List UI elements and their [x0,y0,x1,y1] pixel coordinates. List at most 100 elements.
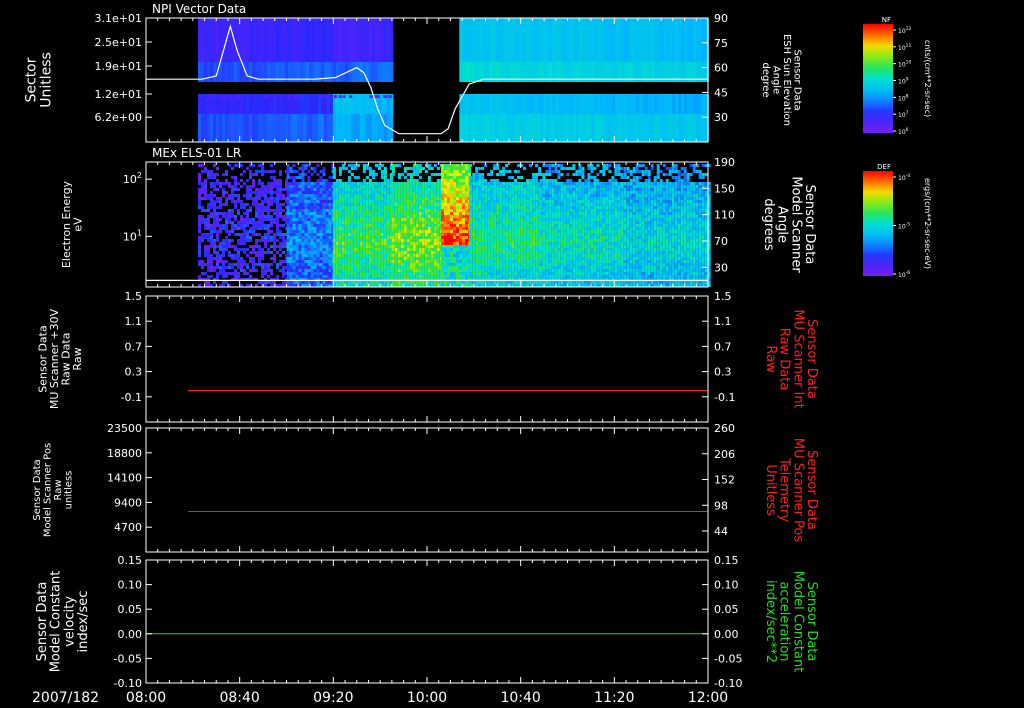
els-spectrum-cell [335,254,339,257]
els-spectrum-cell [465,257,468,260]
els-spectrum-cell [403,251,407,254]
els-spectrum-cell [332,221,336,224]
els-spectrum-cell [276,206,279,209]
els-spectrum-cell [270,257,273,260]
els-spectrum-cell [344,206,348,209]
npi-sector-cell [681,18,685,62]
els-spectrum-cell [436,230,440,233]
npi-sector-cell [312,94,316,114]
els-spectrum-cell [472,236,476,239]
els-spectrum-cell [234,257,237,260]
els-spectrum-cell [502,257,506,260]
els-spectrum-cell [490,188,494,191]
els-spectrum-cell [415,272,419,275]
els-spectrum-cell [409,221,413,224]
els-spectrum-cell [400,275,404,278]
els-spectrum-cell [535,254,539,257]
npi-sector-cell [338,18,343,62]
els-spectrum-cell [338,185,342,188]
els-spectrum-cell [447,230,450,233]
els-spectrum-cell [338,233,342,236]
els-spectrum-cell [397,242,401,245]
els-spectrum-cell [403,176,407,179]
els-spectrum-cell [286,185,290,188]
els-spectrum-cell [310,167,314,170]
els-spectrum-cell [286,257,290,260]
els-spectrum-cell [362,215,366,218]
els-spectrum-cell [421,260,425,263]
els-spectrum-cell [400,224,404,227]
els-spectrum-cell [335,209,339,212]
els-spectrum-cell [499,263,503,266]
els-spectrum-cell [542,179,546,182]
els-spectrum-cell [511,203,515,206]
els-spectrum-cell [374,173,378,176]
els-spectrum-cell [365,218,369,221]
els-spectrum-cell [430,215,434,218]
els-spectrum-cell [322,245,326,248]
els-spectrum-cell [292,281,296,284]
els-spectrum-cell [490,272,494,275]
els-spectrum-cell [542,236,546,239]
els-spectrum-cell [400,197,404,200]
els-spectrum-cell [450,245,453,248]
els-spectrum-cell [427,221,431,224]
colorbar-tick-label: 10-6 [898,270,910,279]
els-spectrum-cell [433,173,437,176]
els-spectrum-cell [462,263,465,266]
els-spectrum-cell [249,260,252,263]
npi-sector-cell [462,94,466,114]
els-spectrum-cell [286,269,290,272]
npi-sector-cell [267,18,271,62]
els-spectrum-cell [478,206,482,209]
els-spectrum-cell [365,227,369,230]
els-spectrum-cell [433,254,437,257]
els-spectrum-cell [319,200,323,203]
els-spectrum-cell [441,233,444,236]
els-spectrum-cell [418,263,422,266]
els-spectrum-cell [394,209,398,212]
els-spectrum-cell [539,281,543,284]
els-spectrum-cell [487,218,491,221]
els-spectrum-cell [462,233,465,236]
els-spectrum-cell [210,200,213,203]
els-spectrum-cell [347,182,351,185]
els-spectrum-cell [520,188,524,191]
els-spectrum-cell [539,227,543,230]
els-spectrum-cell [261,251,264,254]
els-spectrum-cell [403,188,407,191]
npi-sector-cell [528,94,532,114]
els-spectrum-cell [430,230,434,233]
els-spectrum-cell [511,194,515,197]
els-spectrum-cell [535,215,539,218]
els-spectrum-cell [508,239,512,242]
els-spectrum-cell [270,170,273,173]
els-spectrum-cell [475,260,479,263]
npi-sector-cell [315,18,319,62]
els-spectrum-cell [520,182,524,185]
els-spectrum-cell [255,173,258,176]
els-spectrum-cell [374,239,378,242]
els-spectrum-cell [210,233,213,236]
npi-sector-cell [327,114,331,142]
npi-sector-cell [594,94,598,114]
els-spectrum-cell [338,266,342,269]
els-spectrum-cell [427,254,431,257]
els-spectrum-cell [301,236,305,239]
els-spectrum-cell [514,272,518,275]
els-spectrum-cell [243,230,246,233]
els-spectrum-cell [433,224,437,227]
els-spectrum-cell [447,179,450,182]
els-spectrum-cell [204,209,207,212]
els-spectrum-cell [368,254,372,257]
els-spectrum-cell [210,245,213,248]
els-spectrum-cell [478,197,482,200]
els-spectrum-cell [469,230,473,233]
els-spectrum-cell [469,257,473,260]
els-spectrum-cell [517,272,521,275]
npi-sector-cell [642,94,646,114]
els-spectrum-cell [526,233,530,236]
els-spectrum-cell [391,203,395,206]
npi-sector-cell [228,62,232,82]
els-spectrum-cell [313,254,317,257]
